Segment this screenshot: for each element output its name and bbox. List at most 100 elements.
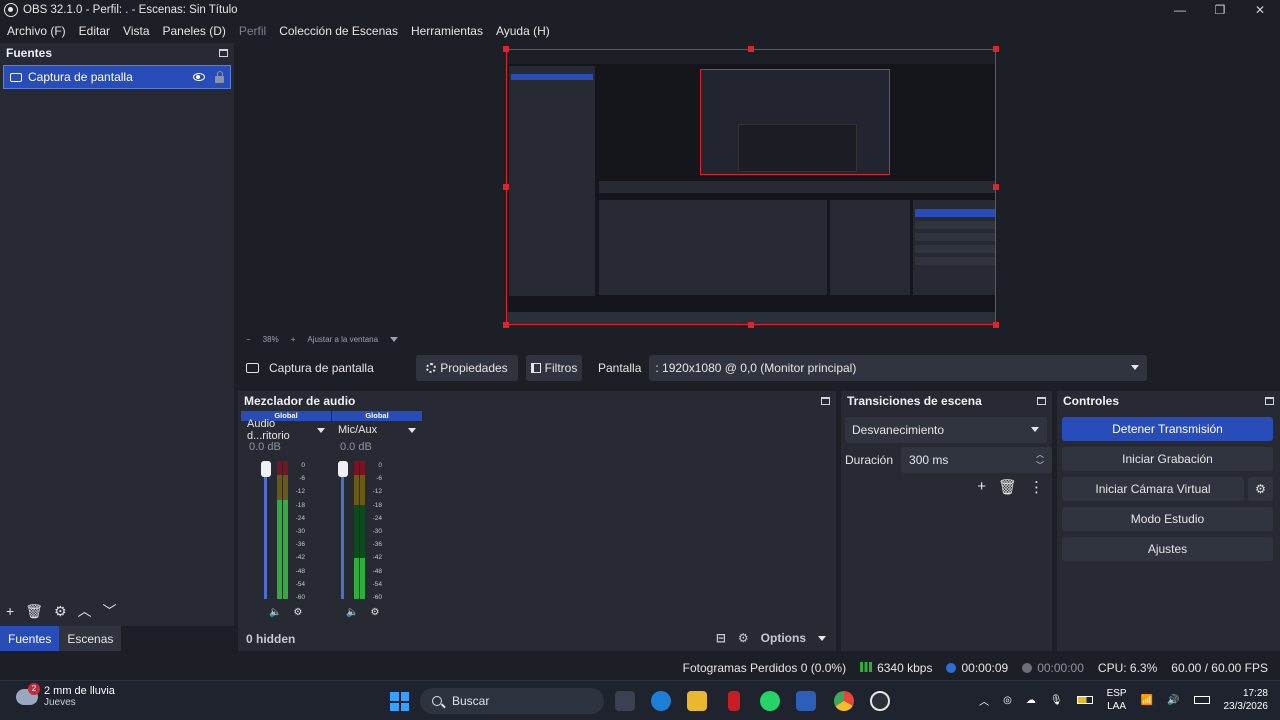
menu-herramientas[interactable]: Herramientas [411,24,483,38]
channel-name[interactable]: Mic/Aux [332,421,422,439]
resize-handle[interactable] [503,322,509,328]
undock-icon[interactable] [1037,397,1046,405]
advanced-audio-gear-icon[interactable]: ⚙ [738,631,749,645]
resize-handle[interactable] [993,46,999,52]
remove-source-button[interactable]: 🗑 [25,603,43,620]
settings-button[interactable]: Ajustes [1062,537,1273,561]
menu-editar[interactable]: Editar [79,24,110,38]
channel-icons: 🔈 ⚙ [269,607,302,618]
speaker-icon[interactable]: 🔈 [346,607,358,618]
move-down-button[interactable]: ﹀ [103,601,117,621]
menu-vista[interactable]: Vista [123,24,149,38]
resize-handle[interactable] [993,322,999,328]
stream-status-icon [946,663,957,673]
start-recording-button[interactable]: Iniciar Grabación [1062,447,1273,471]
add-source-button[interactable]: + [6,603,14,619]
zoom-in-button[interactable]: + [291,335,296,344]
source-properties-button[interactable]: ⚙ [54,603,67,620]
virtual-camera-settings-gear-icon[interactable]: ⚙ [1248,477,1273,501]
windows-start-icon[interactable] [390,692,409,711]
input-language[interactable]: ESP LAA [1107,687,1127,713]
resize-handle[interactable] [993,184,999,190]
source-item[interactable]: Captura de pantalla [3,65,231,89]
edge-browser-icon[interactable] [651,691,671,711]
studio-mode-button[interactable]: Modo Estudio [1062,507,1273,531]
weather-text: 2 mm de lluvia Jueves [44,685,115,708]
volume-slider[interactable] [264,469,267,599]
duration-input[interactable]: 300 ms ︿ ﹀ [901,447,1052,473]
meter-tick: -12 [295,488,305,496]
menu-ayuda[interactable]: Ayuda (H) [496,24,550,38]
cloud-icon[interactable]: ☁ [1026,695,1036,706]
headset-icon[interactable]: ◎ [1003,695,1012,706]
tray-battery-icon[interactable] [1193,696,1210,704]
chevron-up-icon[interactable]: ︿ [1036,449,1044,460]
preview-canvas[interactable] [506,49,996,325]
tab-escenas[interactable]: Escenas [59,626,122,651]
speaker-icon[interactable]: 🔈 [269,607,281,618]
channel-gear-icon[interactable]: ⚙ [370,607,379,618]
tab-fuentes[interactable]: Fuentes [0,626,60,651]
transition-select[interactable]: Desvanecimiento [845,417,1047,443]
resize-handle[interactable] [748,46,754,52]
maximize-button[interactable]: ❐ [1200,0,1240,20]
channel-name[interactable]: Audio d...ritorio [241,418,331,442]
options-button[interactable]: Options [761,631,806,645]
microphone-icon[interactable]: 🎙 [1050,695,1063,706]
netflix-icon[interactable] [728,691,740,711]
weather-widget[interactable]: 2 2 mm de lluvia Jueves [16,682,115,708]
chevron-down-icon[interactable]: ﹀ [1036,460,1044,471]
volume-icon[interactable]: 🔊 [1167,695,1179,706]
stop-streaming-button[interactable]: Detener Transmisión [1062,417,1273,441]
chevron-down-icon[interactable] [317,427,325,433]
undock-icon[interactable] [821,396,830,405]
remove-transition-button[interactable]: 🗑 [998,478,1017,496]
wifi-icon[interactable]: 📶 [1141,695,1153,706]
battery-icon[interactable] [1076,696,1093,704]
file-explorer-icon[interactable] [687,691,707,711]
taskbar-search[interactable]: Buscar [420,688,604,714]
filters-button[interactable]: Filtros [526,355,582,381]
close-button[interactable]: ✕ [1240,0,1280,20]
selected-source: Captura de pantalla [246,361,416,375]
duration-spinner[interactable]: ︿ ﹀ [1036,449,1044,471]
volume-slider[interactable] [341,469,344,599]
volume-slider-handle[interactable] [261,461,271,477]
menu-coleccion-escenas[interactable]: Colección de Escenas [279,24,398,38]
channel-gear-icon[interactable]: ⚙ [293,607,302,618]
menu-archivo[interactable]: Archivo (F) [7,24,66,38]
fit-to-window-select[interactable]: Ajustar a la ventana [307,335,378,344]
minimize-button[interactable]: — [1160,0,1200,20]
resize-handle[interactable] [503,46,509,52]
lock-icon[interactable] [215,70,224,83]
start-virtual-camera-button[interactable]: Iniciar Cámara Virtual [1062,477,1244,501]
volume-slider-handle[interactable] [338,461,348,477]
chrome-icon[interactable] [834,691,854,711]
whatsapp-icon[interactable] [760,691,780,711]
nested-properties-bar [599,181,995,193]
layout-toggle-icon[interactable]: ⊟ [716,631,726,645]
obs-taskbar-icon[interactable] [870,691,890,711]
clock[interactable]: 17:28 23/3/2026 [1224,687,1269,713]
add-transition-button[interactable]: + [977,478,986,496]
resize-handle[interactable] [748,322,754,328]
resize-handle[interactable] [503,184,509,190]
meter-level [277,499,282,599]
chevron-down-icon[interactable] [408,427,416,433]
word-icon[interactable] [796,691,816,711]
zoom-out-button[interactable]: − [246,335,251,344]
menu-paneles[interactable]: Paneles (D) [163,24,226,38]
chevron-down-icon[interactable] [818,635,826,641]
properties-button[interactable]: Propiedades [416,355,518,381]
task-view-icon[interactable] [615,691,635,711]
undock-icon[interactable] [219,49,228,57]
more-options-icon[interactable]: ⋮ [1029,478,1044,496]
transitions-header: Transiciones de escena [841,391,1052,411]
chevron-up-icon[interactable]: ︿ [979,693,989,708]
display-select[interactable]: : 1920x1080 @ 0,0 (Monitor principal) [649,355,1148,381]
undock-icon[interactable] [1265,397,1274,405]
visibility-eye-icon[interactable] [193,73,205,81]
move-up-button[interactable]: ︿ [78,601,92,621]
chevron-down-icon[interactable] [390,336,399,342]
nested-preview [700,69,890,175]
